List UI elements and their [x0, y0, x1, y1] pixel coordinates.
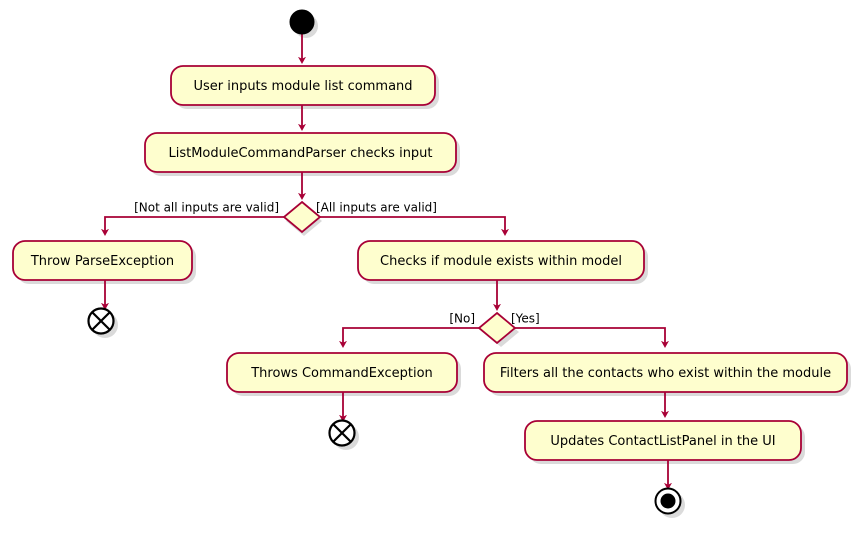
flow-final-node-after-parseexception: [87, 307, 115, 335]
action-node-label: Checks if module exists within model: [380, 254, 622, 269]
initial-node: [289, 9, 315, 35]
flow-final-node-after-commandexception: [328, 419, 356, 447]
action-node-label: Throw ParseException: [30, 254, 174, 269]
action-node-label: Updates ContactListPanel in the UI: [550, 434, 775, 449]
edge-label-yes: [Yes]: [511, 312, 540, 326]
action-node-filters-contacts-within-module: Filters all the contacts who exist withi…: [483, 352, 848, 393]
action-node-listmodulecommandparser-checks-input: ListModuleCommandParser checks input: [144, 132, 457, 173]
action-node-updates-contactlistpanel-in-the-ui: Updates ContactListPanel in the UI: [524, 420, 802, 461]
activity-diagram-canvas: User inputs module list command ListModu…: [0, 0, 868, 539]
action-node-label: ListModuleCommandParser checks input: [168, 146, 432, 161]
edge-d2-no-to-a5: [339, 327, 479, 348]
activity-diagram-svg: User inputs module list command ListModu…: [12, 9, 851, 518]
action-node-label: User inputs module list command: [193, 79, 412, 94]
action-node-label: Throws CommandException: [250, 366, 433, 381]
edge-label-all-inputs-are-valid: [All inputs are valid]: [316, 201, 437, 215]
edge-label-no: [No]: [449, 312, 475, 326]
edge-label-not-all-inputs-are-valid: [Not all inputs are valid]: [134, 201, 279, 215]
edge-d2-yes-to-a6: [515, 327, 669, 348]
edge-d1-yes-to-a4: [320, 216, 509, 236]
decision-node-input-validity: [282, 200, 322, 234]
action-node-checks-if-module-exists-within-model: Checks if module exists within model: [357, 240, 645, 281]
action-node-throw-parseexception: Throw ParseException: [12, 240, 193, 281]
action-node-label: Filters all the contacts who exist withi…: [500, 366, 831, 381]
action-node-user-inputs-module-list-command: User inputs module list command: [170, 65, 436, 106]
edge-d1-no-to-a3: [101, 216, 284, 236]
activity-final-node: [654, 487, 682, 515]
action-node-throws-commandexception: Throws CommandException: [226, 352, 458, 393]
